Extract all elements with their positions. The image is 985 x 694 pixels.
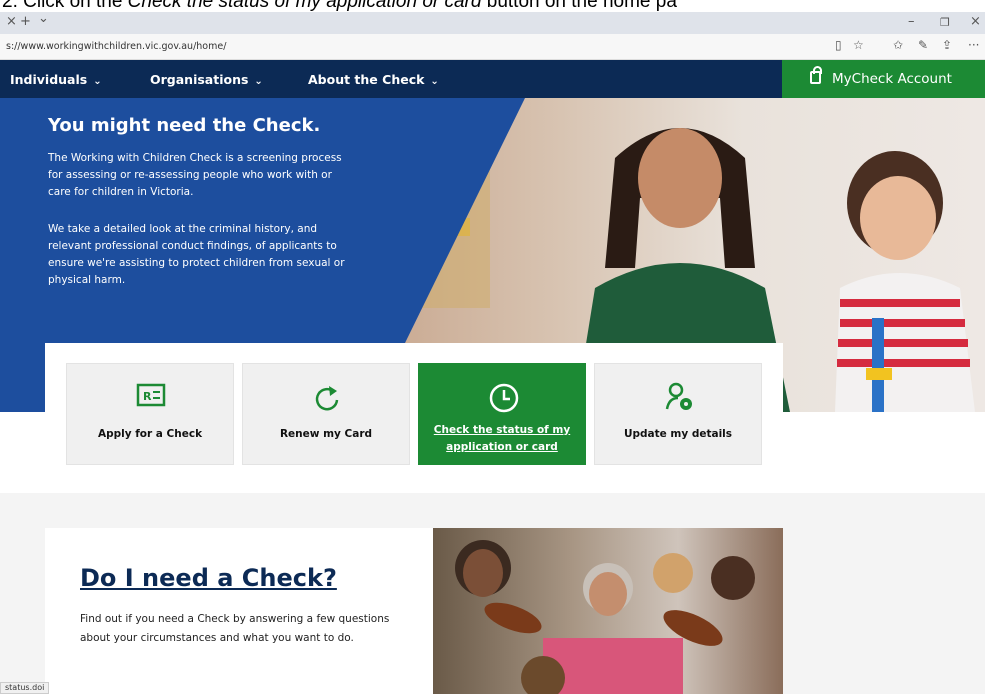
do-i-need-check-text: Find out if you need a Check by answerin…: [80, 613, 390, 644]
url-field[interactable]: s://www.workingwithchildren.vic.gov.au/h…: [6, 41, 226, 52]
nav-item-organisations[interactable]: Organisations ⌄: [150, 72, 263, 87]
caption-prefix: 2. Click on the: [2, 0, 128, 12]
minimize-icon[interactable]: –: [908, 14, 915, 29]
user-settings-icon: [665, 382, 692, 410]
card-label: Renew my Card: [279, 428, 373, 440]
do-i-need-check-link[interactable]: Do I need a Check?: [80, 564, 337, 592]
pen-icon[interactable]: ✎: [918, 38, 928, 52]
action-cards: R Apply for a Check Renew my Card Check …: [45, 343, 783, 493]
more-icon[interactable]: ···: [968, 38, 979, 52]
nav-label: About the Check: [308, 72, 425, 87]
nav-label: Individuals: [10, 72, 88, 87]
mycheck-account-button[interactable]: MyCheck Account: [782, 60, 985, 98]
nav-item-about[interactable]: About the Check ⌄: [308, 72, 439, 87]
browser-tab-bar: × + ⌄ – ❐ ×: [0, 11, 985, 34]
clock-icon: [489, 383, 519, 413]
instruction-caption: 2. Click on the Check the status of my a…: [0, 0, 985, 12]
tab-menu-icon[interactable]: ⌄: [38, 11, 49, 26]
hero-paragraph-2: We take a detailed look at the criminal …: [48, 223, 345, 286]
hero-title: You might need the Check.: [48, 115, 321, 136]
check-status-button[interactable]: Check the status of my application or ca…: [418, 363, 586, 465]
lower-section: Do I need a Check? Find out if you need …: [0, 493, 985, 694]
new-tab-icon[interactable]: +: [20, 14, 31, 29]
renew-card-button[interactable]: Renew my Card: [242, 363, 410, 465]
refresh-icon: [315, 386, 339, 411]
favorite-star-icon[interactable]: ☆: [853, 38, 864, 52]
address-bar: s://www.workingwithchildren.vic.gov.au/h…: [0, 34, 985, 60]
window-close-icon[interactable]: ×: [970, 14, 981, 29]
update-details-button[interactable]: Update my details: [594, 363, 762, 465]
id-card-icon: R: [136, 383, 166, 407]
caption-suffix: button on the home pa: [481, 0, 677, 12]
share-icon[interactable]: ⇪: [942, 38, 952, 52]
chevron-down-icon: ⌄: [93, 76, 102, 87]
musicians-photo: [433, 528, 783, 694]
nav-label: Organisations: [150, 72, 249, 87]
nav-item-individuals[interactable]: Individuals ⌄: [10, 72, 102, 87]
musicians-illustration: [455, 540, 755, 694]
chevron-down-icon: ⌄: [430, 76, 439, 87]
reading-view-icon[interactable]: ▯: [835, 38, 842, 52]
tab-close-icon[interactable]: ×: [6, 14, 17, 29]
mycheck-account-label: MyCheck Account: [832, 71, 952, 87]
do-i-need-check-panel: Do I need a Check? Find out if you need …: [45, 528, 433, 694]
hero-paragraph-1: The Working with Children Check is a scr…: [48, 152, 342, 198]
status-bar: status.doi: [0, 682, 50, 694]
maximize-icon[interactable]: ❐: [940, 16, 950, 29]
favorites-bar-icon[interactable]: ✩: [893, 38, 903, 52]
apply-for-check-button[interactable]: R Apply for a Check: [66, 363, 234, 465]
lock-icon: [810, 66, 822, 84]
caption-emphasis: Check the status of my application or ca…: [127, 0, 482, 12]
chevron-down-icon: ⌄: [254, 76, 263, 87]
card-label: Check the status of my application or ca…: [433, 424, 571, 453]
svg-text:R: R: [143, 390, 152, 403]
card-label: Update my details: [623, 428, 733, 440]
card-label: Apply for a Check: [97, 428, 203, 440]
